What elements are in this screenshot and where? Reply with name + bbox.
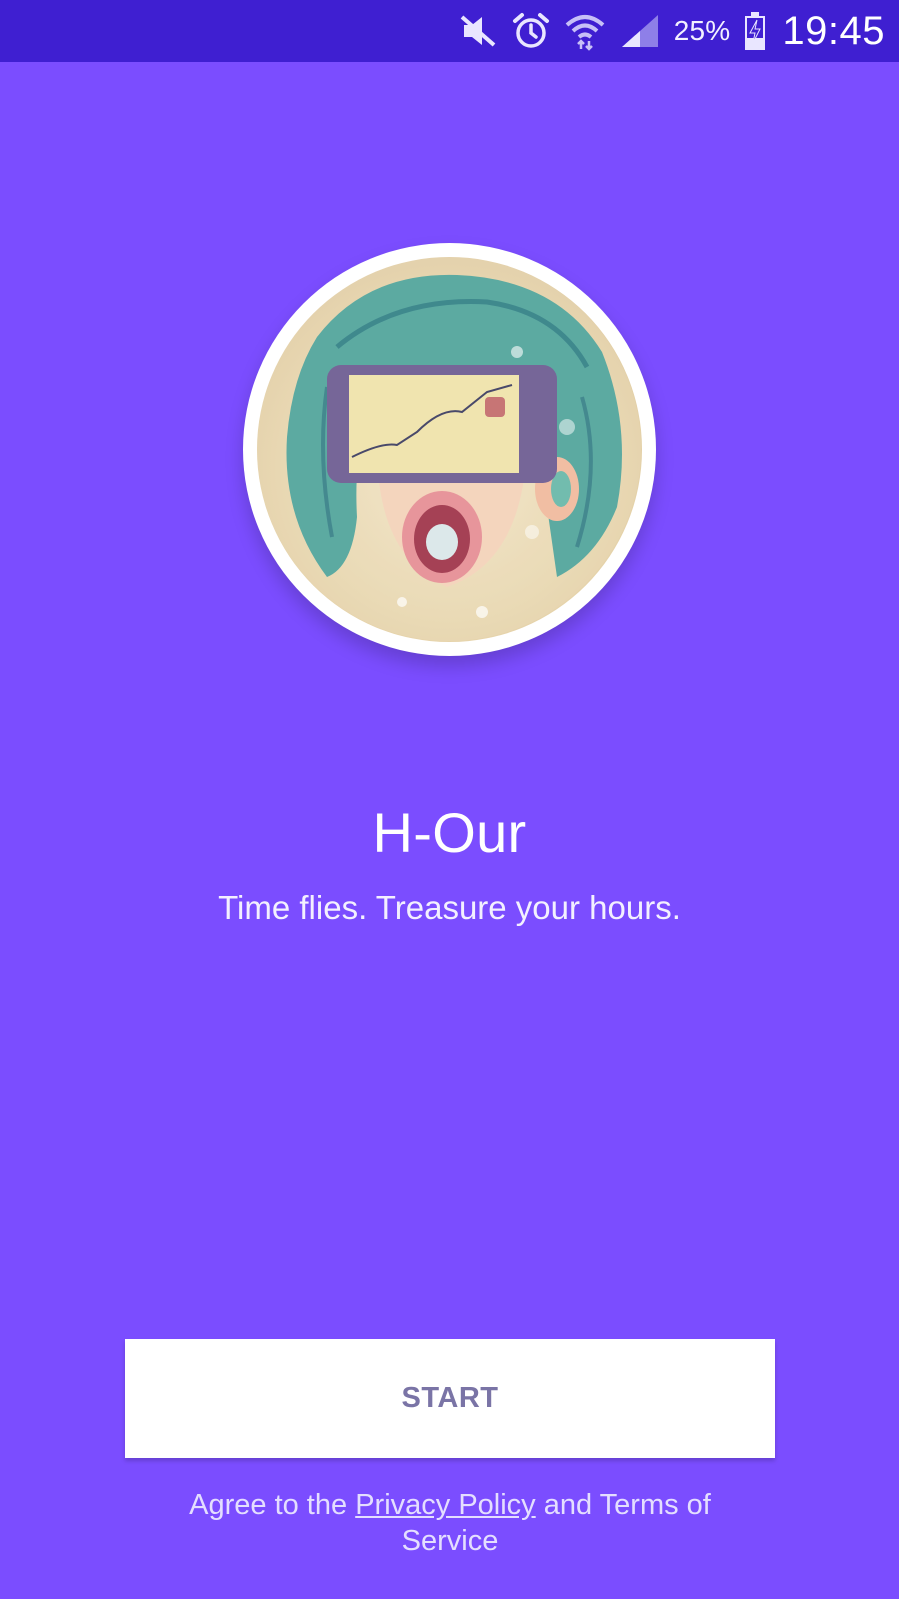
signal-icon bbox=[620, 13, 660, 49]
app-tagline: Time flies. Treasure your hours. bbox=[218, 889, 681, 926]
clock: 19:45 bbox=[782, 8, 885, 53]
mute-icon bbox=[458, 13, 498, 49]
status-bar: 25% 19:45 bbox=[0, 0, 899, 62]
app-logo bbox=[243, 243, 656, 656]
battery-percent: 25% bbox=[673, 15, 731, 46]
legal-prefix: Agree to the bbox=[189, 1489, 356, 1521]
app-title: H-Our bbox=[372, 801, 527, 864]
logo-illustration bbox=[257, 257, 642, 642]
alarm-icon bbox=[512, 12, 550, 50]
status-icons: 25% 19:45 bbox=[458, 0, 885, 62]
wifi-icon bbox=[564, 11, 606, 51]
start-button[interactable]: START bbox=[125, 1339, 775, 1458]
battery-charging-icon bbox=[744, 11, 766, 51]
privacy-policy-link[interactable]: Privacy Policy bbox=[355, 1489, 536, 1521]
legal-notice: Agree to the Privacy Policy and Terms of… bbox=[150, 1487, 750, 1559]
legal-middle: and bbox=[535, 1489, 600, 1521]
